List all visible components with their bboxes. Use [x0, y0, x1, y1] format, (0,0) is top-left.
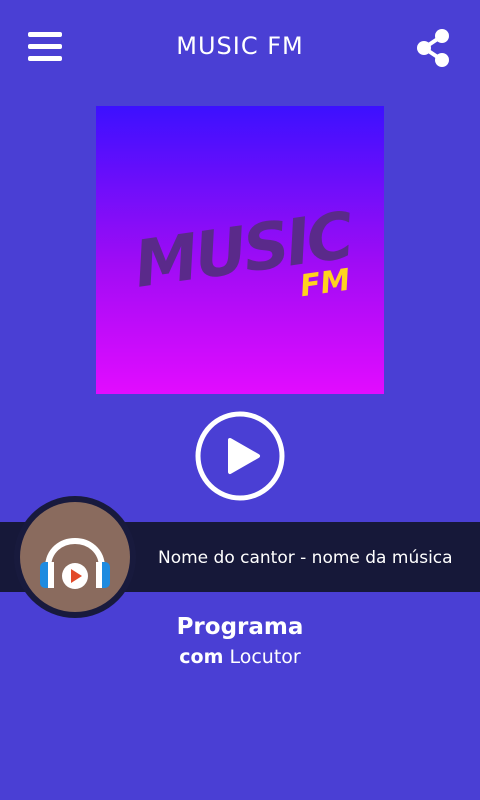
- headphones-icon: [40, 538, 110, 589]
- play-button[interactable]: [194, 410, 286, 502]
- program-name: Programa: [176, 614, 304, 640]
- play-icon: [195, 411, 285, 501]
- app-title: MUSIC FM: [176, 32, 304, 60]
- top-bar: MUSIC FM: [0, 0, 480, 100]
- host-prefix: com: [179, 646, 224, 668]
- album-cover: MUSIC FM: [96, 106, 384, 394]
- cover-logo-subtext: FM: [297, 262, 353, 305]
- program-avatar: [14, 496, 136, 618]
- host-name: Locutor: [229, 646, 301, 668]
- share-icon: [417, 29, 449, 67]
- program-host: com Locutor: [0, 646, 480, 668]
- share-button[interactable]: [412, 26, 456, 70]
- now-playing-text: Nome do cantor - nome da música: [158, 548, 453, 568]
